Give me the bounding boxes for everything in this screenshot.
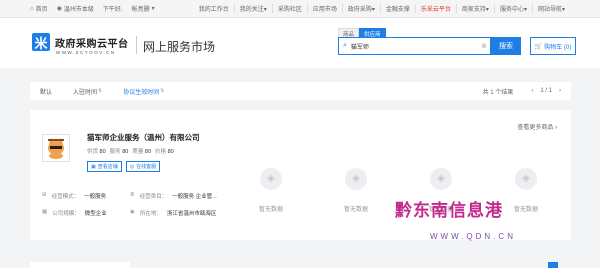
nav-favorites[interactable]: 我的关注▾: [233, 4, 272, 13]
back-to-top-button[interactable]: [548, 262, 558, 268]
home-link[interactable]: ⌂ 首页: [30, 4, 48, 14]
supplier-scores: 供货 80 服务 80 质量 80 价格 80: [87, 147, 174, 155]
sort-agreement-time[interactable]: 协议生效时间 ⇅: [123, 87, 164, 96]
info-business-mode: ⊞ 经营模式： 一般服务: [42, 192, 107, 200]
view-store-button[interactable]: ▣ 查看店铺: [87, 161, 122, 172]
info-company-scale: ▦ 公司规模： 微型企业: [42, 209, 107, 217]
result-count: 共 1 个结果: [482, 89, 514, 96]
pager: ‹ 1 / 1 ›: [531, 88, 561, 94]
product-placeholder: ◈ 暂无数据: [413, 145, 469, 235]
next-page-icon[interactable]: ›: [559, 88, 561, 94]
cart-button[interactable]: 🛒 购物车 (0): [530, 37, 576, 55]
greeting: 下午好,: [102, 7, 123, 13]
top-bar: ⌂ 首页 ◉ 温州市本级 下午好, 帐亮删 ▾ 我的工作台 我的关注▾ 采购社区 应…: [0, 0, 600, 18]
sort-join-time[interactable]: 入驻时间 ⇅: [73, 87, 102, 96]
online-service-button[interactable]: ◎ 在线客服: [125, 161, 161, 172]
product-placeholder: ◈ 暂无数据: [328, 145, 384, 235]
cat-logo-icon: [48, 138, 64, 159]
empty-box-icon: ◈: [430, 167, 452, 190]
location-icon: ◉: [56, 6, 62, 12]
search-input[interactable]: ⌕ 猫军师 ⊗: [338, 37, 491, 55]
score-supply: 供货 80: [87, 149, 106, 155]
nav-app-market[interactable]: 应用市场: [306, 4, 342, 13]
product-placeholder: ◈ 暂无数据: [498, 145, 554, 235]
building-icon: ▦: [42, 209, 48, 215]
sort-bar: 默认 入驻时间 ⇅ 协议生效时间 ⇅ 共 1 个结果 ‹ 1 / 1 ›: [30, 82, 571, 100]
brand-divider: [136, 36, 137, 54]
nav-site-map[interactable]: 网站导航▾: [531, 4, 570, 13]
info-business-category: ≣ 经营类目： 一般服务 企业管...: [130, 192, 217, 200]
brand-name: 政府采购云平台: [55, 39, 129, 50]
region-selector[interactable]: ◉ 温州市本级: [57, 4, 94, 13]
home-icon: ⌂: [30, 5, 34, 12]
nav-service-center[interactable]: 服务中心▾: [493, 4, 532, 13]
store-icon: ▣: [91, 163, 96, 170]
watermark-url: WWW.QDN.CN: [430, 232, 516, 241]
company-name[interactable]: 猫军师企业服务（温州）有限公司: [87, 132, 200, 143]
location-icon: ◉: [130, 209, 135, 215]
view-more-products-link[interactable]: 查看更多商品 ›: [517, 122, 557, 131]
market-title: 网上服务市场: [143, 40, 216, 54]
nav-community[interactable]: 采购社区: [271, 4, 307, 13]
cart-icon: 🛒: [534, 43, 543, 50]
site-header: 米 政府采购云平台 WWW.ZCYGOV.CN 网上服务市场 商品 供应商 ⌕ …: [0, 18, 600, 68]
info-location: ◉ 所在地： 浙江省温州市瓯海区: [130, 209, 217, 217]
sort-default[interactable]: 默认: [40, 87, 52, 96]
search-button[interactable]: 搜索: [491, 37, 521, 55]
brand-url: WWW.ZCYGOV.CN: [56, 50, 116, 55]
score-service: 服务 80: [109, 149, 129, 155]
product-placeholder: ◈ 暂无数据: [243, 145, 299, 235]
page-indicator: 1 / 1: [540, 88, 552, 94]
list-icon: ≣: [130, 192, 135, 198]
nav-lecai[interactable]: 乐采云平台: [414, 4, 456, 13]
headset-icon: ◎: [129, 163, 135, 170]
user-login-link[interactable]: 帐亮删 ▾: [132, 4, 155, 13]
empty-box-icon: ◈: [515, 167, 537, 190]
prev-page-icon[interactable]: ‹: [531, 88, 533, 94]
nav-merchant[interactable]: 商家支持▾: [455, 4, 494, 13]
score-price: 价格 80: [155, 149, 174, 155]
empty-box-icon: ◈: [260, 167, 282, 190]
footer-strip: [30, 262, 130, 268]
search-icon: ⌕: [343, 42, 347, 49]
score-quality: 质量 80: [132, 149, 152, 155]
watermark-text: 黔东南信息港: [395, 201, 503, 220]
nav-finance[interactable]: 金融支撑: [379, 4, 415, 13]
nav-procurement[interactable]: 政府采购▾: [341, 4, 380, 13]
logo-icon[interactable]: 米: [32, 33, 50, 51]
nav-workbench[interactable]: 我的工作台: [194, 4, 234, 13]
grid-icon: ⊞: [42, 192, 47, 198]
supplier-avatar[interactable]: [42, 134, 70, 162]
clear-icon[interactable]: ⊗: [481, 42, 487, 50]
empty-box-icon: ◈: [345, 167, 367, 190]
